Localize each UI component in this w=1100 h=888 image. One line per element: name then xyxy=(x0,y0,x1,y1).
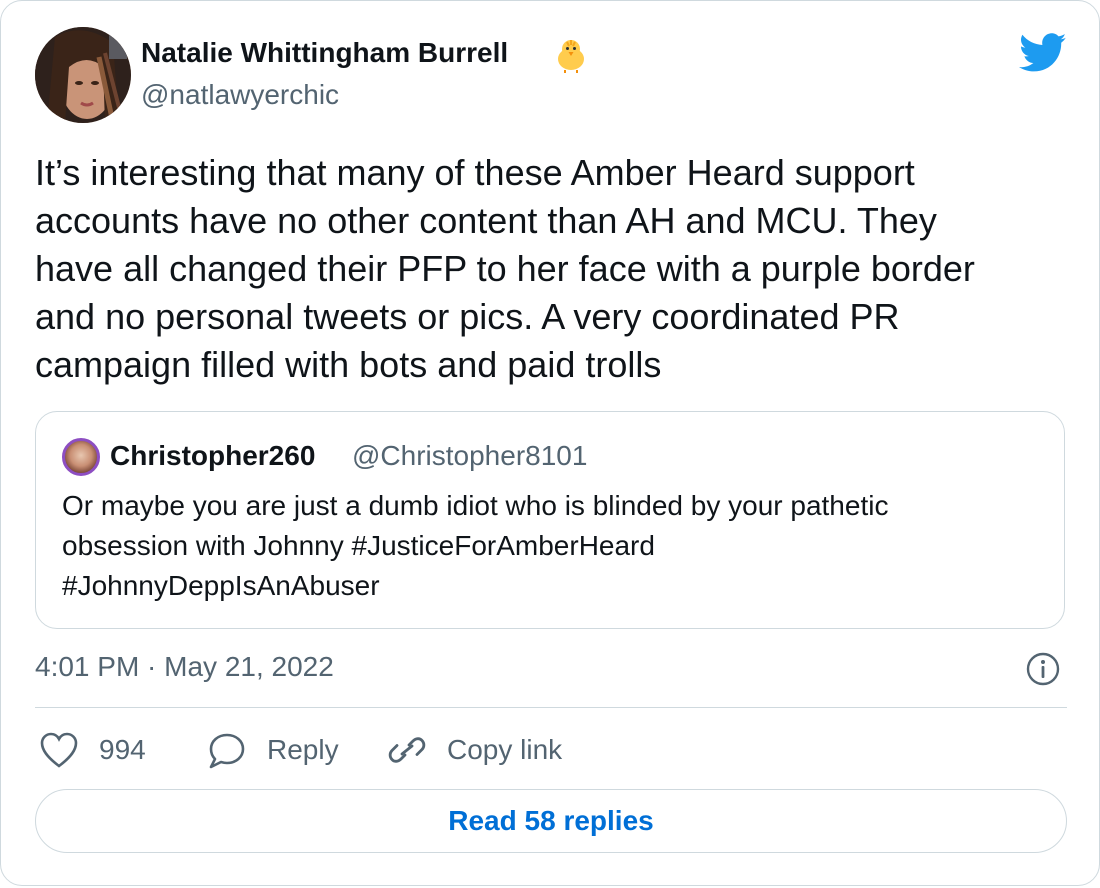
quoted-tweet[interactable]: Christopher260 @Christopher8101 Or maybe… xyxy=(35,411,1065,629)
heart-icon xyxy=(40,732,78,768)
twitter-bird-icon[interactable] xyxy=(1019,33,1067,73)
tweet-text: It’s interesting that many of these Ambe… xyxy=(35,152,975,385)
reply-label: Reply xyxy=(267,734,339,765)
chick-emoji-icon xyxy=(553,37,589,73)
copy-link-label: Copy link xyxy=(447,734,563,765)
author-handle[interactable]: @natlawyerchic xyxy=(141,79,339,111)
tweet-timestamp[interactable]: 4:01 PM · May 21, 2022 xyxy=(35,651,334,683)
copy-link-button[interactable]: Copy link xyxy=(387,729,562,771)
reply-icon xyxy=(209,733,245,769)
quoted-author-handle[interactable]: @Christopher8101 xyxy=(352,440,587,472)
link-icon xyxy=(388,737,426,763)
info-icon[interactable] xyxy=(1025,651,1061,687)
like-button[interactable]: 994 xyxy=(39,729,146,771)
divider xyxy=(35,707,1067,708)
like-count: 994 xyxy=(99,734,146,765)
author-avatar[interactable] xyxy=(35,27,131,123)
quoted-tweet-text: Or maybe you are just a dumb idiot who i… xyxy=(62,490,889,601)
reply-button[interactable]: Reply xyxy=(207,729,339,771)
read-replies-button[interactable]: Read 58 replies xyxy=(35,789,1067,853)
quoted-author-name[interactable]: Christopher260 xyxy=(110,440,315,472)
tweet-card: Natalie Whittingham Burrell @natlawyerch… xyxy=(0,0,1100,886)
author-name[interactable]: Natalie Whittingham Burrell xyxy=(141,37,508,69)
quoted-author-avatar[interactable] xyxy=(62,438,100,476)
